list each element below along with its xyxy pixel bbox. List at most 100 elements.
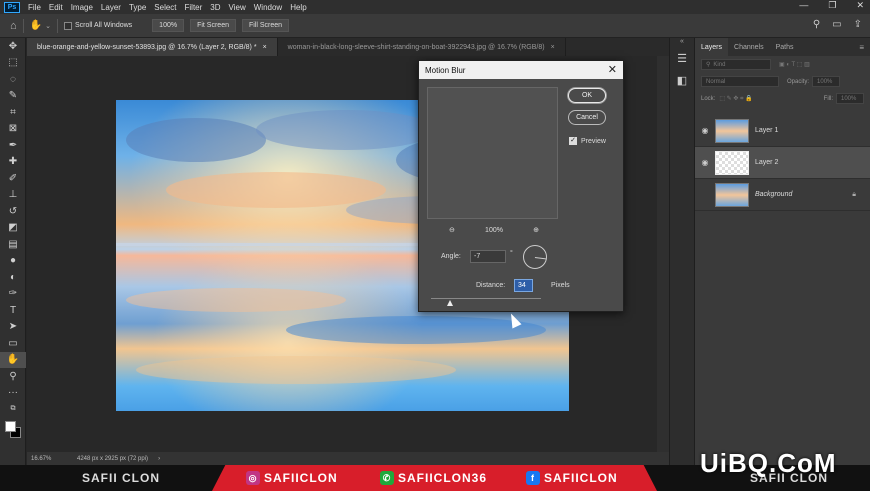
zoom-100-button[interactable]: 100%	[152, 19, 185, 32]
eyedropper-tool-icon[interactable]: ✒	[0, 137, 26, 154]
tools-panel: ✥ ⬚ ◌ ✎ ⌗ ⊠ ✒ ✚ ✐ ⊥ ↺ ◩ ▤ ● ◐ ✑ T ➤ ▭ ✋ …	[0, 38, 26, 465]
quick-select-tool-icon[interactable]: ✎	[0, 88, 26, 105]
zoom-out-icon[interactable]: ⊖	[449, 226, 455, 234]
tab-paths[interactable]: Paths	[770, 38, 800, 56]
close-icon[interactable]: ✕	[608, 63, 617, 76]
panel-tabs: Layers Channels Paths ≡	[695, 38, 870, 56]
menu-help[interactable]: Help	[286, 3, 310, 12]
angle-label: Angle:	[441, 253, 461, 260]
foreground-color-swatch[interactable]	[5, 420, 16, 432]
pen-tool-icon[interactable]: ✑	[0, 286, 26, 303]
blend-mode-select[interactable]: Normal	[701, 76, 779, 87]
close-icon[interactable]: ×	[263, 44, 267, 51]
dodge-tool-icon[interactable]: ◐	[0, 269, 26, 286]
site-watermark: UiBQ.CoM	[700, 448, 837, 478]
zoom-readout[interactable]: 16.67%	[31, 456, 71, 462]
distance-input[interactable]: 34	[514, 279, 533, 292]
close-window-button[interactable]: ✕	[856, 0, 864, 11]
expand-panels-icon[interactable]: «	[670, 38, 694, 52]
kind-filter-select[interactable]: ⚲ Kind	[701, 59, 771, 70]
opacity-label: Opacity:	[787, 78, 810, 85]
eraser-tool-icon[interactable]: ◩	[0, 220, 26, 237]
angle-dial[interactable]	[523, 245, 547, 269]
tab-woman-document[interactable]: woman-in-black-long-sleeve-shirt-standin…	[278, 38, 566, 56]
filter-preview[interactable]	[427, 87, 558, 219]
zoom-in-icon[interactable]: ⊕	[533, 226, 539, 234]
panel-menu-icon[interactable]: ≡	[859, 43, 864, 52]
distance-slider[interactable]	[431, 298, 541, 299]
search-icon[interactable]: ⚲	[813, 19, 820, 30]
divider	[22, 18, 24, 33]
angle-input[interactable]: -7	[470, 250, 506, 263]
layer-thumbnail	[715, 182, 749, 207]
type-tool-icon[interactable]: T	[0, 302, 26, 319]
move-tool-icon[interactable]: ✥	[0, 38, 26, 55]
rectangle-tool-icon[interactable]: ▭	[0, 335, 26, 352]
distance-slider-handle[interactable]	[446, 300, 453, 306]
healing-brush-tool-icon[interactable]: ✚	[0, 154, 26, 171]
color-swatches-icon[interactable]	[0, 418, 26, 442]
share-icon[interactable]: ⇪	[854, 19, 862, 30]
menu-view[interactable]: View	[225, 3, 250, 12]
default-colors-icon[interactable]: ⧉	[0, 401, 26, 418]
close-icon[interactable]: ×	[551, 44, 555, 51]
vertical-scrollbar[interactable]	[657, 56, 669, 452]
menu-3d[interactable]: 3D	[206, 3, 224, 12]
lasso-tool-icon[interactable]: ◌	[0, 71, 26, 88]
filter-icons[interactable]: ▣ ◐ T ⬚ ▥	[779, 61, 810, 68]
clone-stamp-tool-icon[interactable]: ⊥	[0, 187, 26, 204]
menu-filter[interactable]: Filter	[181, 3, 207, 12]
menu-window[interactable]: Window	[250, 3, 286, 12]
ok-button[interactable]: OK	[568, 88, 606, 103]
blur-tool-icon[interactable]: ●	[0, 253, 26, 270]
filter-row: ⚲ Kind ▣ ◐ T ⬚ ▥	[695, 56, 870, 73]
zoom-tool-icon[interactable]: ⚲	[0, 368, 26, 385]
properties-icon[interactable]: ☰	[670, 52, 694, 74]
angle-needle	[534, 257, 546, 260]
marquee-tool-icon[interactable]: ⬚	[0, 55, 26, 72]
home-icon[interactable]: ⌂	[10, 20, 17, 32]
crop-tool-icon[interactable]: ⌗	[0, 104, 26, 121]
hand-tool-icon[interactable]: ✋	[30, 20, 42, 31]
maximize-button[interactable]: ❐	[828, 0, 836, 11]
fill-screen-button[interactable]: Fill Screen	[241, 19, 290, 32]
eye-hidden-icon[interactable]: ◉	[695, 190, 715, 199]
hand-tool-icon[interactable]: ✋	[0, 351, 26, 368]
gradient-tool-icon[interactable]: ▤	[0, 236, 26, 253]
adjustments-icon[interactable]: ◧	[670, 74, 694, 96]
fit-screen-button[interactable]: Fit Screen	[190, 19, 236, 32]
tab-sunset-document[interactable]: blue-orange-and-yellow-sunset-53893.jpg …	[27, 38, 278, 56]
lock-icons[interactable]: ⬚ ✎ ✥ ⌗ 🔒	[719, 95, 752, 103]
preview-checkbox[interactable]: ✓ Preview	[569, 137, 606, 145]
workspace-icon[interactable]: ▭	[832, 19, 841, 30]
opacity-field[interactable]: 100%	[812, 76, 841, 87]
dialog-titlebar[interactable]: Motion Blur ✕	[419, 61, 623, 79]
lock-label: Lock:	[701, 95, 716, 102]
eye-icon[interactable]: ◉	[695, 126, 715, 135]
tab-channels[interactable]: Channels	[728, 38, 770, 56]
brand-name-left: SAFII CLON	[82, 471, 160, 485]
chevron-right-icon[interactable]: ›	[158, 456, 160, 462]
brush-tool-icon[interactable]: ✐	[0, 170, 26, 187]
more-tools-icon[interactable]: ···	[0, 385, 26, 402]
menu-select[interactable]: Select	[150, 3, 180, 12]
divider	[56, 18, 58, 33]
eye-icon[interactable]: ◉	[695, 158, 715, 167]
menu-type[interactable]: Type	[125, 3, 150, 12]
path-selection-tool-icon[interactable]: ➤	[0, 319, 26, 336]
cancel-button[interactable]: Cancel	[568, 110, 606, 125]
menu-edit[interactable]: Edit	[45, 3, 67, 12]
tab-layers[interactable]: Layers	[695, 38, 729, 56]
fill-field[interactable]: 100%	[836, 93, 864, 104]
chevron-down-icon[interactable]: ⌄	[45, 22, 51, 30]
layer-row-layer-2[interactable]: ◉ Layer 2	[695, 147, 870, 179]
menu-file[interactable]: File	[24, 3, 45, 12]
layer-row-layer-1[interactable]: ◉ Layer 1	[695, 115, 870, 147]
layer-row-background[interactable]: ◉ Background 🔒︎	[695, 179, 870, 211]
minimize-button[interactable]: —	[799, 0, 808, 11]
menu-image[interactable]: Image	[67, 3, 97, 12]
menu-layer[interactable]: Layer	[97, 3, 125, 12]
scroll-all-windows-checkbox[interactable]	[63, 21, 72, 30]
history-brush-tool-icon[interactable]: ↺	[0, 203, 26, 220]
frame-tool-icon[interactable]: ⊠	[0, 121, 26, 138]
